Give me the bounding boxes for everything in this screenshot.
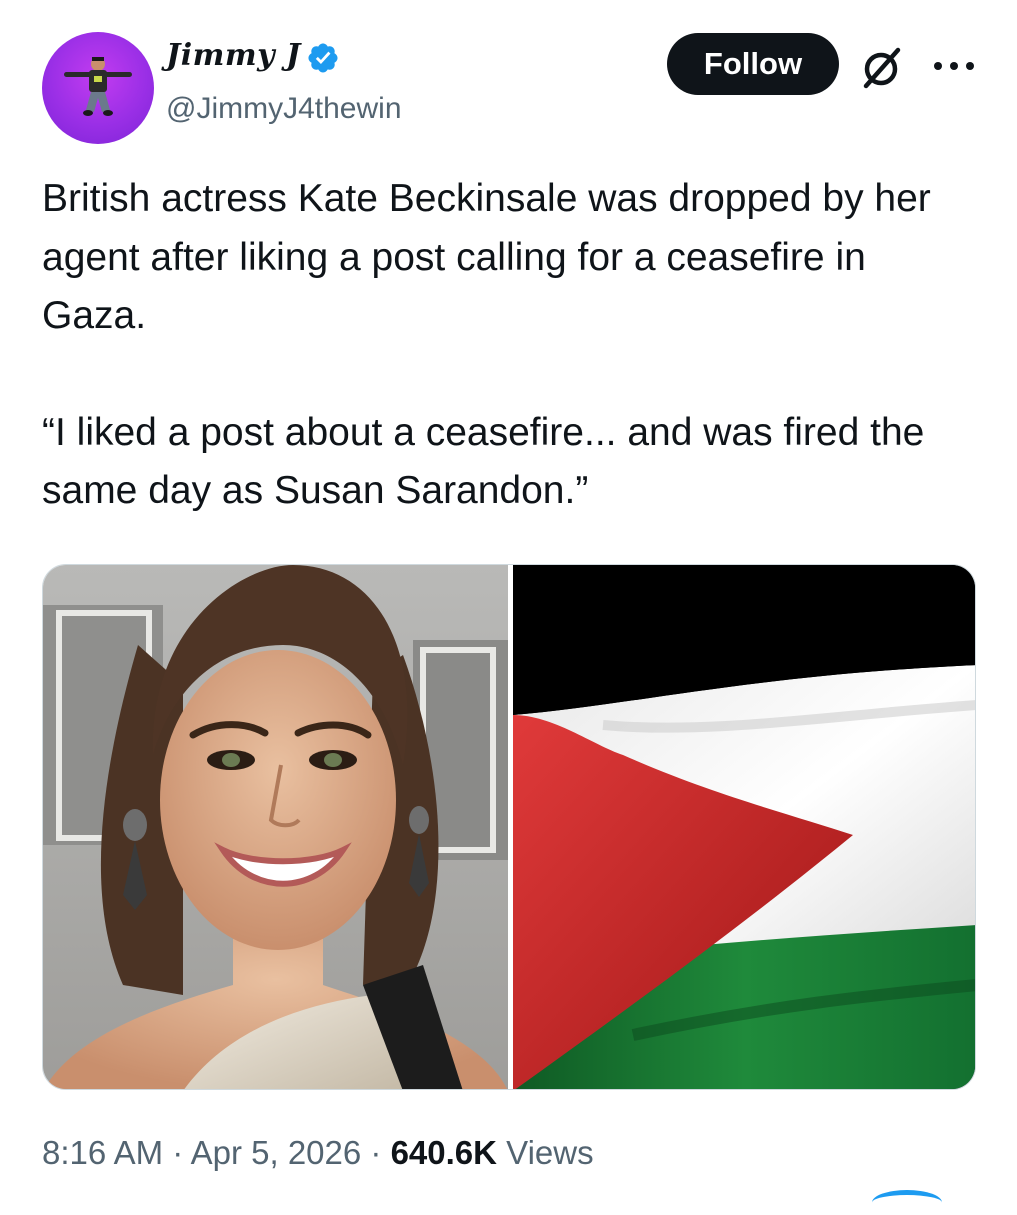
separator: ·	[172, 1134, 184, 1171]
verified-badge-icon	[308, 43, 338, 73]
tweet-header: Jimmy J @JimmyJ4thewin Follow	[0, 0, 1017, 150]
views-count: 640.6K	[390, 1134, 497, 1171]
follow-button[interactable]: Follow	[667, 33, 839, 95]
display-name[interactable]: Jimmy J	[166, 38, 301, 73]
partial-button-edge	[872, 1190, 942, 1215]
user-handle[interactable]: @JimmyJ4thewin	[166, 92, 402, 126]
profile-photo-icon	[64, 57, 132, 116]
tweet-date[interactable]: Apr 5, 2026	[191, 1134, 362, 1171]
more-dots-icon[interactable]	[932, 60, 976, 72]
tweet-paragraph: British actress Kate Beckinsale was drop…	[42, 177, 931, 337]
tweet-time[interactable]: 8:16 AM	[42, 1134, 163, 1171]
tweet-meta: 8:16 AM · Apr 5, 2026 · 640.6K Views	[42, 1134, 594, 1172]
palestinian-flag-photo[interactable]	[513, 565, 976, 1090]
views-label: Views	[506, 1134, 594, 1171]
separator: ·	[370, 1134, 382, 1171]
tweet-text: British actress Kate Beckinsale was drop…	[42, 170, 977, 521]
media-grid	[42, 564, 976, 1090]
woman-portrait-photo[interactable]	[43, 565, 508, 1090]
grok-icon[interactable]	[858, 44, 906, 92]
tweet-quote-paragraph: “I liked a post about a ceasefire... and…	[42, 410, 925, 513]
avatar[interactable]	[42, 32, 154, 144]
